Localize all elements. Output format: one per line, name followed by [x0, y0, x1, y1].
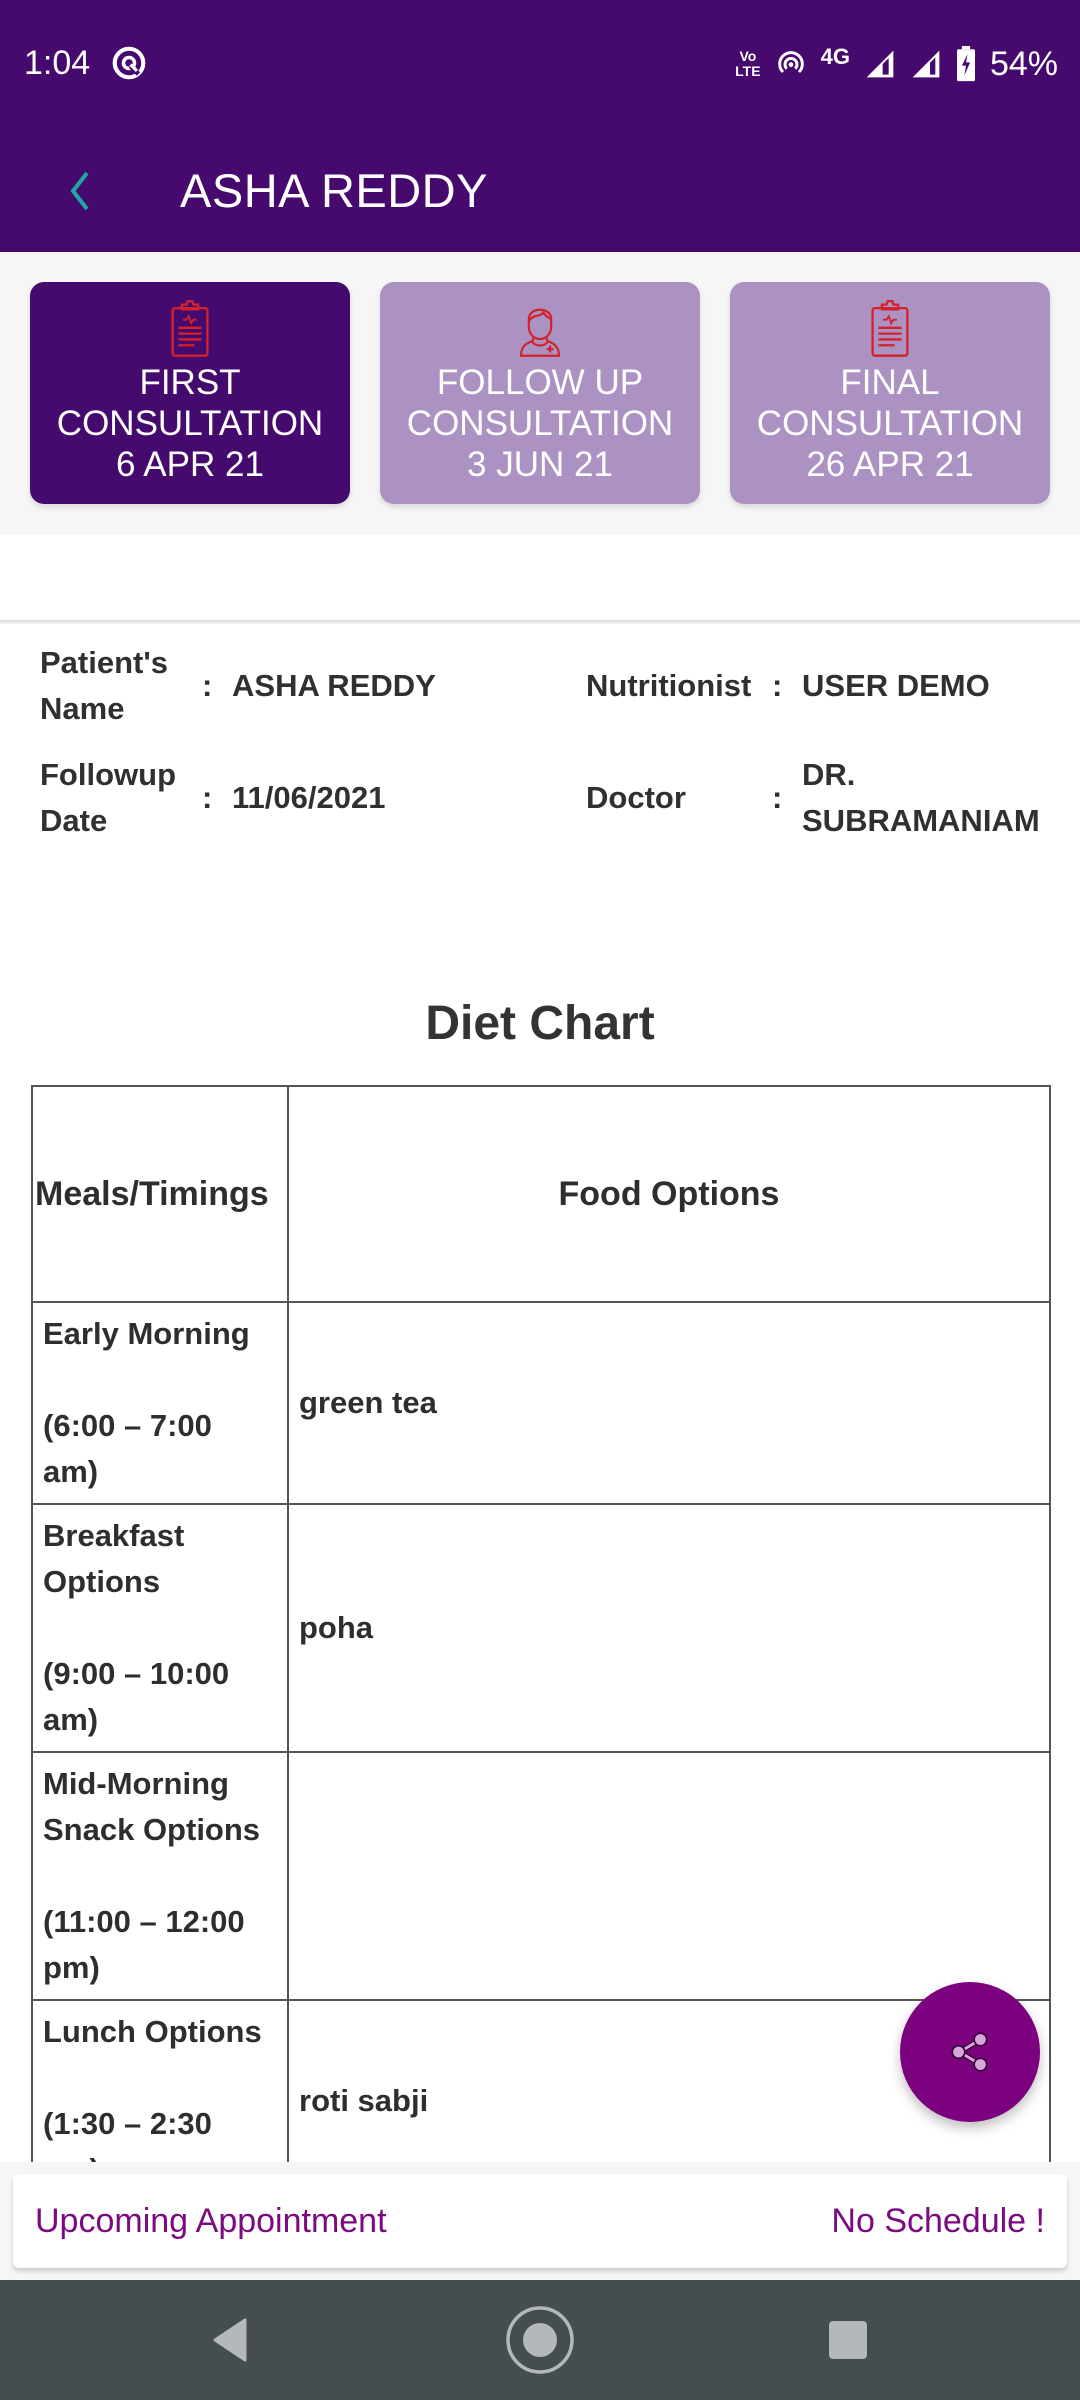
doctor-value: DR. SUBRAMANIAM	[802, 757, 1040, 838]
nav-recents-button[interactable]	[808, 2300, 888, 2380]
food-cell: poha	[287, 1503, 1051, 1753]
colon: :	[772, 668, 783, 703]
nav-recents-icon	[829, 2321, 867, 2359]
nav-home-button[interactable]	[500, 2300, 580, 2380]
diet-chart-title: Diet Chart	[425, 997, 655, 1050]
upcoming-appointment-label: Upcoming Appointment	[35, 2202, 387, 2240]
patient-name-value: ASHA REDDY	[232, 668, 436, 703]
share-icon	[951, 2032, 988, 2072]
table-row: Early Morning (6:00 – 7:00 am) green tea	[31, 1301, 1051, 1505]
nutritionist-label: Nutritionist	[586, 668, 752, 703]
patient-name-label: Patient's Name	[40, 645, 168, 726]
nutritionist-value: USER DEMO	[802, 668, 990, 703]
patient-info: Patient's Name : ASHA REDDY Nutritionist…	[0, 640, 1080, 860]
food-cell: green tea	[287, 1301, 1051, 1505]
table-header-row: Meals/Timings Food Options	[31, 1085, 1051, 1303]
followup-date-value: 11/06/2021	[232, 780, 386, 815]
table-row: Lunch Options (1:30 – 2:30 pm) roti sabj…	[31, 1999, 1051, 2162]
nav-home-icon	[506, 2306, 574, 2374]
appointment-status: No Schedule !	[831, 2202, 1045, 2240]
upcoming-appointment-bar: Upcoming Appointment No Schedule !	[0, 2162, 1080, 2280]
diet-chart-table: Meals/Timings Food Options Early Morning…	[31, 1085, 1051, 2162]
upcoming-appointment-card[interactable]: Upcoming Appointment No Schedule !	[13, 2174, 1067, 2268]
screen: 1:04 Vo LTE 4G 54% ASHA REDDY FIRST CONS…	[0, 0, 1080, 2400]
food-header: Food Options	[287, 1085, 1051, 1303]
colon: :	[772, 780, 783, 815]
table-row: Breakfast Options (9:00 – 10:00 am) poha	[31, 1503, 1051, 1753]
meal-cell: Early Morning (6:00 – 7:00 am)	[31, 1301, 289, 1505]
colon: :	[202, 780, 213, 815]
meal-cell: Lunch Options (1:30 – 2:30 pm)	[31, 1999, 289, 2162]
meal-cell: Mid-Morning Snack Options (11:00 – 12:00…	[31, 1751, 289, 2001]
doctor-label: Doctor	[586, 780, 686, 815]
system-nav-bar	[0, 2280, 1080, 2400]
table-row: Mid-Morning Snack Options (11:00 – 12:00…	[31, 1751, 1051, 2001]
scroll-content[interactable]: Patient's Name : ASHA REDDY Nutritionist…	[0, 0, 1080, 2162]
colon: :	[202, 668, 213, 703]
share-button[interactable]	[900, 1982, 1040, 2122]
nav-back-button[interactable]	[190, 2300, 270, 2380]
food-cell	[287, 1751, 1051, 2001]
followup-date-label: Followup Date	[40, 757, 177, 838]
meal-cell: Breakfast Options (9:00 – 10:00 am)	[31, 1503, 289, 1753]
meal-header: Meals/Timings	[31, 1085, 289, 1303]
nav-back-icon	[213, 2318, 247, 2362]
